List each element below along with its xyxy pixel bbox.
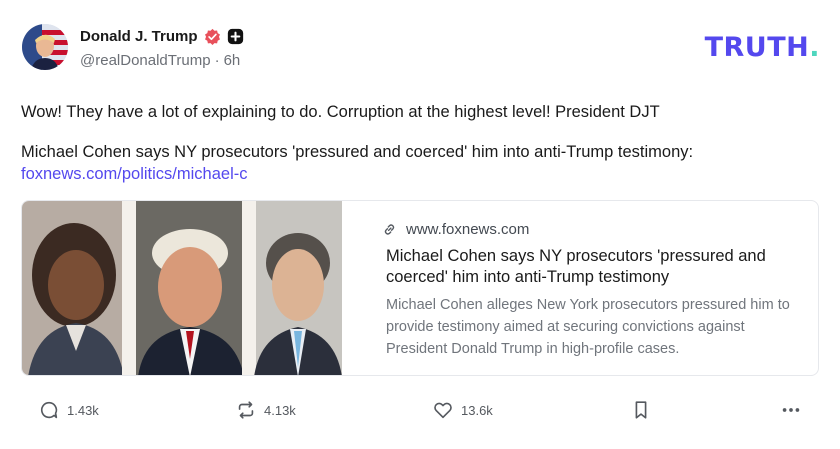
handle-row: @realDonaldTrump · 6h: [80, 52, 240, 69]
like-button[interactable]: 13.6k: [432, 396, 493, 424]
retruth-icon: [238, 401, 254, 419]
logo-text: TRUTH: [704, 32, 810, 63]
avatar[interactable]: [22, 24, 68, 70]
verified-icon: [204, 28, 220, 45]
like-count: 13.6k: [461, 402, 493, 418]
bookmark-icon: [635, 401, 647, 419]
post-text: Wow! They have a lot of explaining to do…: [21, 103, 660, 121]
card-description: Michael Cohen alleges New York prosecuto…: [386, 297, 790, 357]
link-preview-card[interactable]: www.foxnews.com Michael Cohen says NY pr…: [21, 200, 819, 376]
reply-button[interactable]: 1.43k: [38, 396, 99, 424]
display-name[interactable]: Donald J. Trump: [80, 28, 198, 45]
reply-count: 1.43k: [67, 402, 99, 418]
card-title[interactable]: Michael Cohen says NY prosecutors 'press…: [386, 246, 806, 288]
more-icon: [782, 408, 800, 412]
card-body: www.foxnews.com Michael Cohen says NY pr…: [364, 201, 806, 375]
logo-dot: .: [809, 32, 820, 63]
truth-logo[interactable]: TRUTH.: [705, 32, 820, 63]
card-domain-row: www.foxnews.com: [382, 221, 529, 238]
plus-icon: [227, 28, 243, 44]
bookmark-button[interactable]: [630, 396, 652, 424]
name-row: Donald J. Trump: [80, 26, 244, 46]
retruth-button[interactable]: 4.13k: [235, 396, 296, 424]
shared-text-block: Michael Cohen says NY prosecutors 'press…: [21, 141, 821, 185]
card-image[interactable]: [22, 201, 342, 375]
separator: ·: [214, 52, 220, 69]
action-bar: 1.43k 4.13k 13.6k: [22, 396, 812, 424]
card-domain: www.foxnews.com: [406, 221, 530, 238]
more-button[interactable]: [780, 396, 802, 424]
timestamp[interactable]: 6h: [224, 52, 241, 69]
link-icon: [384, 224, 395, 235]
reply-icon: [40, 401, 58, 419]
shared-line: Michael Cohen says NY prosecutors 'press…: [21, 143, 694, 161]
retruth-count: 4.13k: [264, 402, 296, 418]
post-link[interactable]: foxnews.com/politics/michael-c: [21, 163, 821, 185]
post-header: Donald J. Trump @realDonaldTrump · 6h TR…: [22, 24, 822, 74]
like-icon: [434, 402, 452, 419]
handle[interactable]: @realDonaldTrump: [80, 52, 211, 69]
